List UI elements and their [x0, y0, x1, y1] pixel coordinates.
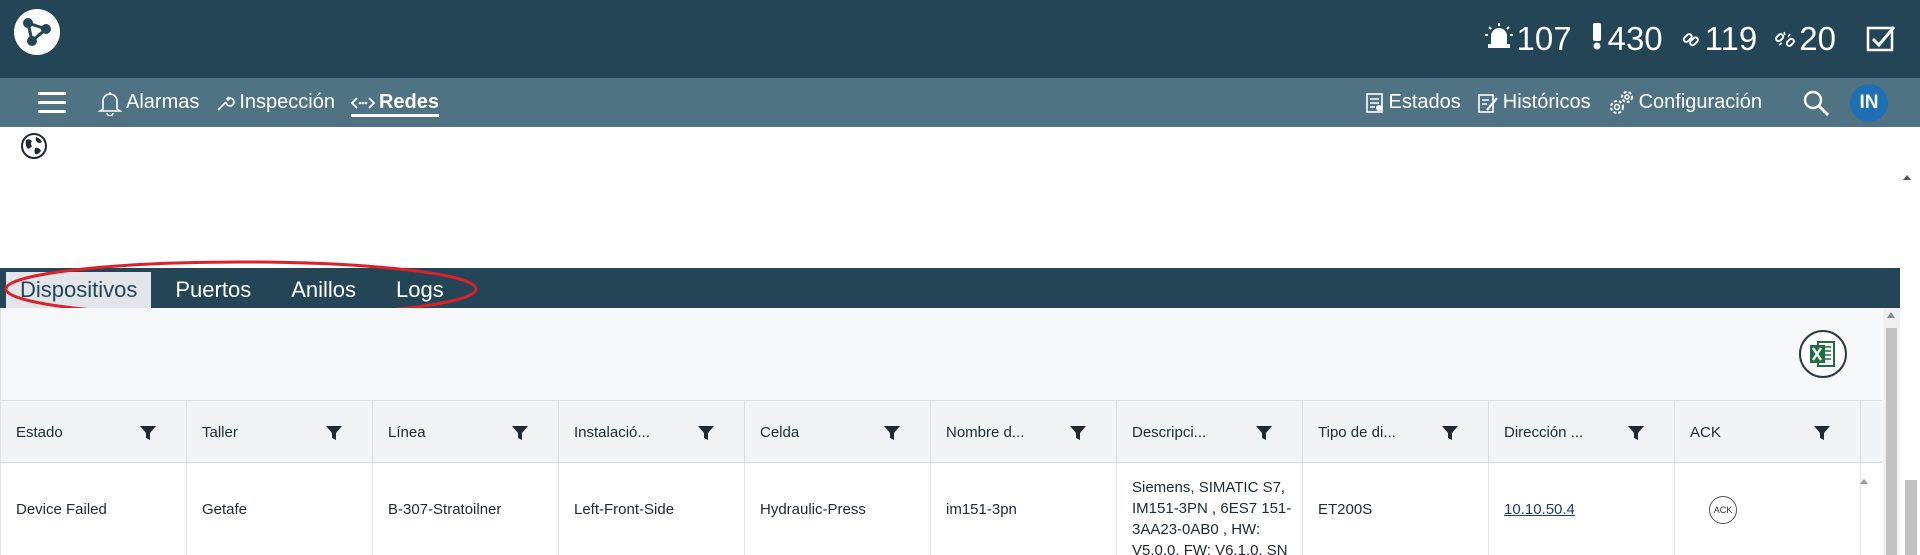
- cell-linea: B-307-Stratoilner: [373, 464, 559, 555]
- column-header-celda[interactable]: Celda: [745, 401, 931, 464]
- nav-inspeccion-label: Inspección: [239, 91, 335, 113]
- network-arrows-icon: [350, 95, 375, 111]
- cell-descripcion: Siemens, SIMATIC S7, IM151-3PN , 6ES7 15…: [1117, 464, 1303, 555]
- cell-taller: Getafe: [187, 464, 373, 555]
- nav-historicos-label: Históricos: [1502, 91, 1591, 113]
- active-alarms-value: 107: [1516, 20, 1572, 57]
- filter-icon[interactable]: [1442, 426, 1458, 440]
- table-row[interactable]: Device Failed Getafe B-307-Stratoilner L…: [1, 464, 1882, 555]
- task-check-icon[interactable]: [1866, 24, 1896, 54]
- filter-icon[interactable]: [1814, 426, 1830, 440]
- scrollbar-thumb[interactable]: [1886, 328, 1897, 555]
- alarm-counters: 107 430 119 20: [1484, 0, 1920, 78]
- column-header-instalacion[interactable]: Instalació...: [559, 401, 745, 464]
- filter-icon[interactable]: [698, 426, 714, 440]
- cell-direccion: 10.10.50.4: [1489, 464, 1675, 555]
- filter-icon[interactable]: [884, 426, 900, 440]
- nav-redes-label: Redes: [378, 91, 440, 113]
- filter-icon[interactable]: [1628, 426, 1644, 440]
- page-scrollbar-thumb[interactable]: [1905, 480, 1917, 555]
- nav-alarmas[interactable]: Alarmas: [98, 78, 199, 127]
- broken-link-icon: [1775, 20, 1796, 58]
- cell-nombre: im151-3pn: [931, 464, 1117, 555]
- filter-icon[interactable]: [326, 426, 342, 440]
- ack-button[interactable]: ACK: [1709, 495, 1737, 524]
- broken-links-value: 20: [1799, 20, 1836, 57]
- filter-icon[interactable]: [1256, 426, 1272, 440]
- cell-tipo: ET200S: [1303, 464, 1489, 555]
- nav-inspeccion[interactable]: Inspección: [215, 78, 335, 127]
- column-header-taller[interactable]: Taller: [187, 401, 373, 464]
- edit-list-icon: [1477, 92, 1499, 114]
- nav-configuracion[interactable]: Configuración: [1607, 78, 1762, 127]
- gears-icon: [1607, 89, 1635, 117]
- links-counter[interactable]: 119: [1681, 20, 1758, 58]
- nav-configuracion-label: Configuración: [1638, 91, 1762, 113]
- ip-address-link[interactable]: 10.10.50.4: [1504, 501, 1575, 518]
- filter-icon[interactable]: [512, 426, 528, 440]
- column-header-tipo[interactable]: Tipo de di...: [1303, 401, 1489, 464]
- nav-alarmas-label: Alarmas: [126, 91, 200, 113]
- clipboard-icon: [1365, 92, 1385, 114]
- column-header-direccion[interactable]: Dirección ...: [1489, 401, 1675, 464]
- link-icon: [1681, 20, 1701, 58]
- devices-grid-panel: Estado Taller Línea Instalació... Celda …: [0, 308, 1882, 555]
- broken-links-counter[interactable]: 20: [1775, 20, 1836, 58]
- warnings-counter[interactable]: 430: [1590, 20, 1663, 58]
- globe-icon[interactable]: [20, 132, 48, 160]
- scrollbar-up-arrow-icon[interactable]: [1887, 312, 1895, 318]
- nav-estados-label: Estados: [1388, 91, 1461, 113]
- siren-icon: [1484, 20, 1513, 58]
- scroll-up-arrow-icon[interactable]: [1902, 168, 1912, 180]
- nav-redes[interactable]: Redes: [350, 78, 440, 127]
- excel-export-icon[interactable]: [1799, 330, 1847, 378]
- hamburger-menu-icon[interactable]: [38, 92, 66, 114]
- column-header-linea[interactable]: Línea: [373, 401, 559, 464]
- cell-estado: Device Failed: [1, 464, 187, 555]
- grid-header: Estado Taller Línea Instalació... Celda …: [1, 400, 1882, 464]
- warnings-value: 430: [1607, 20, 1663, 57]
- cell-ack: ACK: [1675, 464, 1861, 555]
- cell-instalacion: Left-Front-Side: [559, 464, 745, 555]
- column-header-descripcion[interactable]: Descripci...: [1117, 401, 1303, 464]
- column-header-nombre[interactable]: Nombre d...: [931, 401, 1117, 464]
- column-header-ack[interactable]: ACK: [1675, 401, 1861, 464]
- bell-icon: [98, 90, 122, 116]
- filter-icon[interactable]: [1070, 426, 1086, 440]
- nav-historicos[interactable]: Históricos: [1477, 78, 1591, 127]
- main-nav-bar: Alarmas Inspección Redes Estados Históri…: [0, 78, 1920, 127]
- search-icon: [1802, 89, 1830, 117]
- user-avatar[interactable]: IN: [1850, 83, 1888, 122]
- top-bar: 107 430 119 20: [0, 0, 1920, 78]
- search-button[interactable]: [1802, 78, 1834, 127]
- exclamation-icon: [1590, 20, 1604, 58]
- nav-estados[interactable]: Estados: [1365, 78, 1461, 127]
- active-alarms-counter[interactable]: 107: [1484, 20, 1572, 58]
- column-header-estado[interactable]: Estado: [1, 401, 187, 464]
- links-value: 119: [1704, 20, 1758, 57]
- filter-icon[interactable]: [140, 426, 156, 440]
- panel-scrollbar[interactable]: [1883, 308, 1900, 555]
- cell-celda: Hydraulic-Press: [745, 464, 931, 555]
- grid-scroll-up-icon[interactable]: [1859, 472, 1869, 484]
- app-logo-icon[interactable]: [14, 9, 60, 55]
- page-scrollbar[interactable]: [1902, 460, 1920, 555]
- wrench-icon: [215, 93, 236, 113]
